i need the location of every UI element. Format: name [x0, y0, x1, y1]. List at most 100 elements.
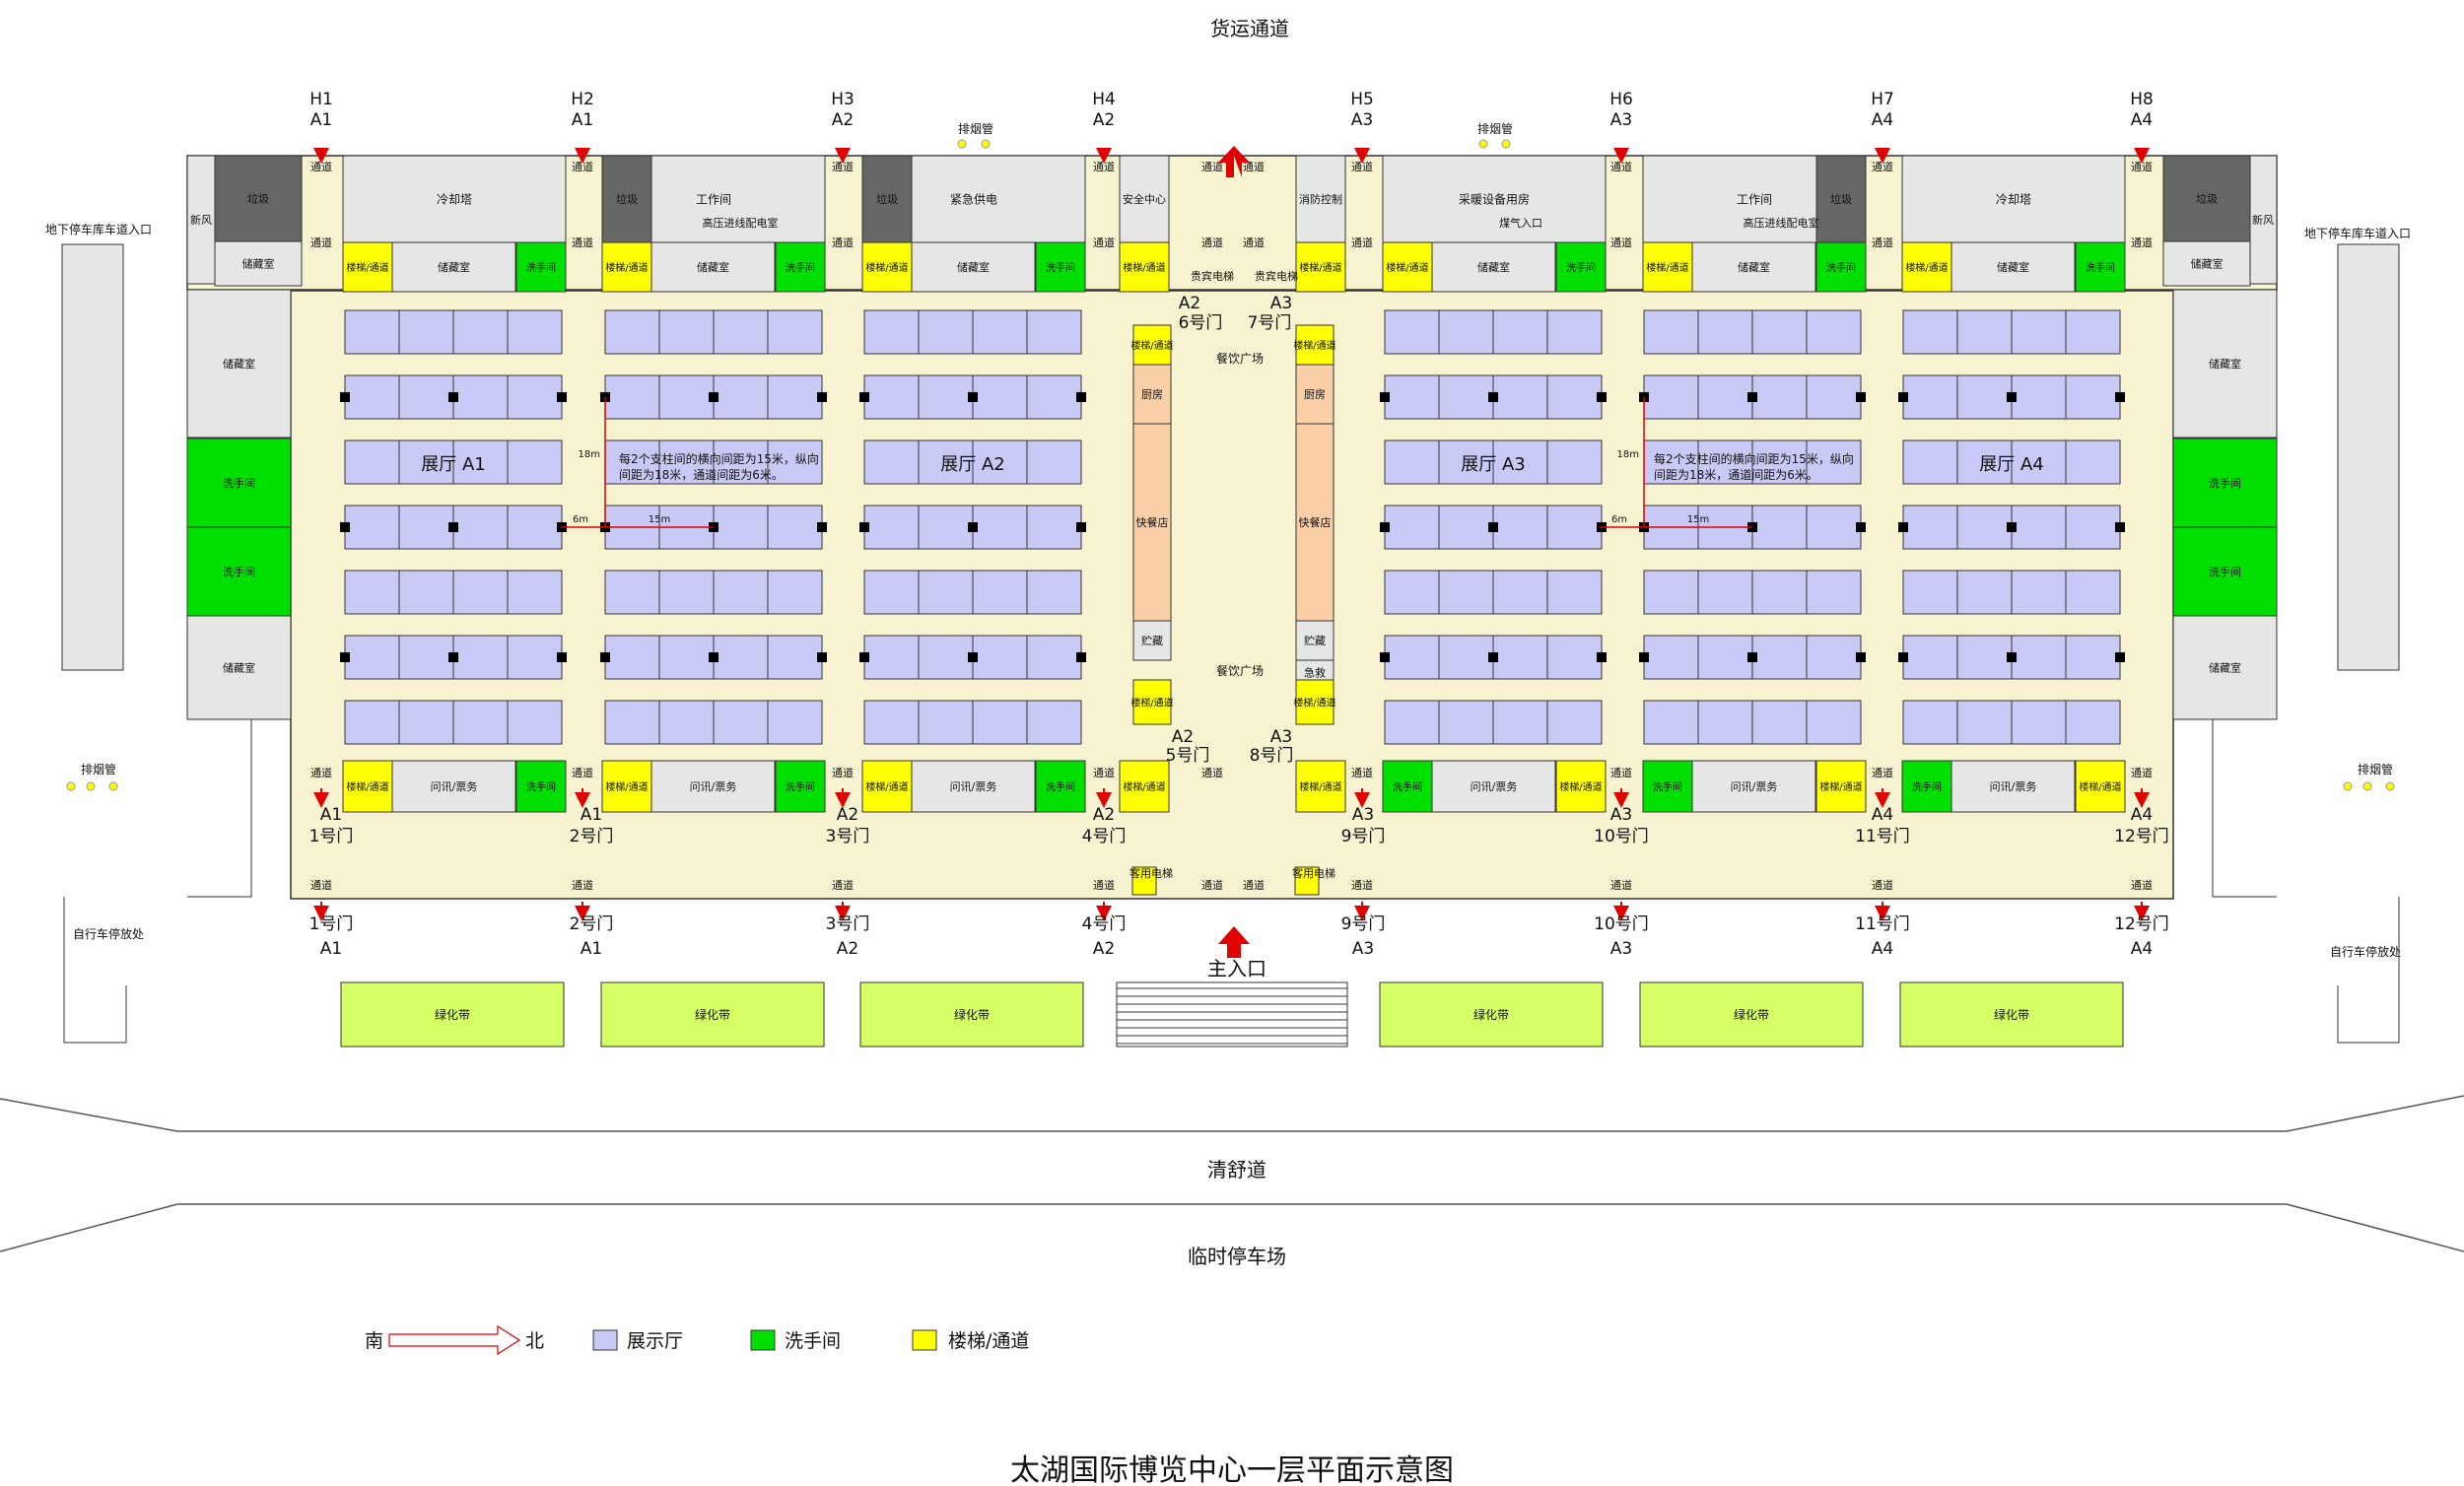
washroom-top-4-label: 洗手间 [1826, 261, 1856, 274]
column-3-0-1 [1488, 392, 1498, 402]
hall-booth-0-3-0 [344, 505, 400, 550]
hall-booth-0-6-1 [398, 700, 454, 745]
green-belt-0-label: 绿化带 [435, 1007, 470, 1022]
hall-booth-1-1-3 [767, 374, 823, 420]
bottom-passage-b-4: 通道 [1351, 878, 1373, 892]
hall-booth-4-5-3 [1806, 635, 1862, 680]
hall-name-3: 展厅 A4 [1979, 454, 2044, 475]
gate-hall-6: A4 [1872, 110, 1893, 130]
left-bike-label: 自行车停放处 [73, 926, 144, 941]
door-hall-out-7: A4 [2131, 939, 2153, 959]
hall-booth-5-0-1 [1956, 309, 2013, 355]
hall-booth-4-5-1 [1697, 635, 1753, 680]
note-line-1-right: 每2个支柱间的横向间距为15米，纵向 [1654, 451, 1854, 466]
guest-lift-label-left: 客用电梯 [1129, 866, 1173, 880]
top-passage-b-6: 通道 [1872, 236, 1893, 249]
hall-booth-1-5-0 [604, 635, 660, 680]
hall-booth-0-5-3 [507, 635, 563, 680]
door-name-in-6: 11号门 [1855, 827, 1910, 846]
security-center-label: 安全中心 [1123, 192, 1166, 206]
hall-booth-2-3-3 [1026, 505, 1082, 550]
washroom-top-3-label: 洗手间 [1566, 261, 1596, 274]
entrance-steps [1116, 981, 1348, 1047]
hall-booth-5-4-0 [1902, 570, 1958, 615]
top-passage-2: 通道 [832, 160, 854, 173]
hall-booth-2-5-0 [863, 635, 920, 680]
column-3-1-0 [1380, 522, 1390, 532]
left-parking-ramp-label: 地下停车库车道入口 [45, 222, 152, 236]
storage-row-0-label: 储藏室 [438, 260, 470, 274]
hall-booth-1-4-1 [658, 570, 715, 615]
column-2-2-1 [968, 652, 978, 662]
hall-booth-5-6-2 [2011, 700, 2067, 745]
hall-booth-5-3-0 [1902, 505, 1958, 550]
legend-washroom-swatch [750, 1329, 776, 1351]
hall-booth-2-4-0 [863, 570, 920, 615]
note-line-2-right: 间距为18米，通道间距为6米。 [1654, 468, 1818, 482]
center-bottom-passage-1: 通道 [1201, 766, 1223, 779]
door6-name: 6号门 [1179, 313, 1223, 333]
hall-booth-1-0-1 [658, 309, 715, 355]
stair-top-4-label: 楼梯/通道 [1646, 261, 1688, 274]
hall-booth-5-4-2 [2011, 570, 2067, 615]
top-passage-b-5: 通道 [1610, 236, 1632, 249]
left-smoke-dot-2 [108, 781, 118, 791]
hall-booth-4-1-3 [1806, 374, 1862, 420]
service-room-3-label: 采暖设备用房 [1459, 192, 1530, 207]
hall-booth-0-1-1 [398, 374, 454, 420]
legend-stair-swatch [912, 1329, 937, 1351]
hall-booth-1-1-2 [713, 374, 769, 420]
hall-booth-3-0-3 [1546, 309, 1603, 355]
hall-booth-4-0-1 [1697, 309, 1753, 355]
storage-row-5-label: 储藏室 [1997, 260, 2029, 274]
note-line-2: 间距为18米，通道间距为6米。 [619, 468, 784, 482]
hall-booth-3-3-1 [1438, 505, 1494, 550]
column-3-0-2 [1597, 392, 1607, 402]
food-stair-bottom-left-label: 楼梯/通道 [1130, 696, 1173, 709]
fast-food-left-label: 快餐店 [1136, 515, 1169, 529]
column-0-0-2 [557, 392, 567, 402]
dim-15-label-0: 15m [649, 514, 670, 525]
top-passage-b-0: 通道 [310, 236, 332, 249]
door-name-in-5: 10号门 [1594, 827, 1649, 846]
hall-booth-5-4-3 [2065, 570, 2121, 615]
door-name-out-3: 4号门 [1082, 914, 1127, 934]
hall-booth-5-1-2 [2011, 374, 2067, 420]
hall-booth-2-2-3 [1026, 439, 1082, 485]
stair-top-2-label: 楼梯/通道 [865, 261, 908, 274]
hall-booth-4-1-1 [1697, 374, 1753, 420]
bottom-passage-b-3: 通道 [1093, 878, 1115, 892]
right-lower-wall [2212, 718, 2277, 898]
storeroom-right-label: 贮藏 [1304, 635, 1326, 647]
column-0-0-1 [448, 392, 458, 402]
hall-booth-4-6-3 [1806, 700, 1862, 745]
top-passage-4: 通道 [1351, 160, 1373, 173]
hall-booth-1-5-2 [713, 635, 769, 680]
hall-booth-2-0-3 [1026, 309, 1082, 355]
garbage-left-label: 垃圾 [247, 192, 269, 206]
hall-booth-0-4-0 [344, 570, 400, 615]
left-lower-wall [187, 718, 252, 898]
green-belt-4-label: 绿化带 [1734, 1007, 1769, 1022]
bottom-passage-b-7: 通道 [2131, 878, 2153, 892]
hall-booth-3-1-3 [1546, 374, 1603, 420]
hall-booth-5-5-1 [1956, 635, 2013, 680]
right-washroom-2-label: 洗手间 [2209, 565, 2241, 578]
gate-hall-7: A4 [2131, 110, 2153, 130]
hall-booth-3-5-1 [1438, 635, 1494, 680]
door-hall-in-1: A1 [581, 805, 602, 825]
door-hall-in-0: A1 [320, 805, 342, 825]
column-5-1-1 [2007, 522, 2017, 532]
legend-washroom: 洗手间 [785, 1330, 841, 1352]
column-0-2-0 [340, 652, 350, 662]
door-hall-out-0: A1 [320, 939, 342, 959]
legend-hall: 展示厅 [627, 1330, 683, 1352]
center-bottom-passage-3: 通道 [1243, 878, 1265, 892]
top-passage-5: 通道 [1610, 160, 1632, 173]
door-hall-in-2: A2 [837, 805, 858, 825]
hall-name-0: 展厅 A1 [421, 454, 486, 475]
hall-booth-0-6-2 [452, 700, 509, 745]
door-hall-out-4: A3 [1352, 939, 1374, 959]
first-aid-label: 急救 [1304, 666, 1326, 680]
hall-booth-3-1-1 [1438, 374, 1494, 420]
